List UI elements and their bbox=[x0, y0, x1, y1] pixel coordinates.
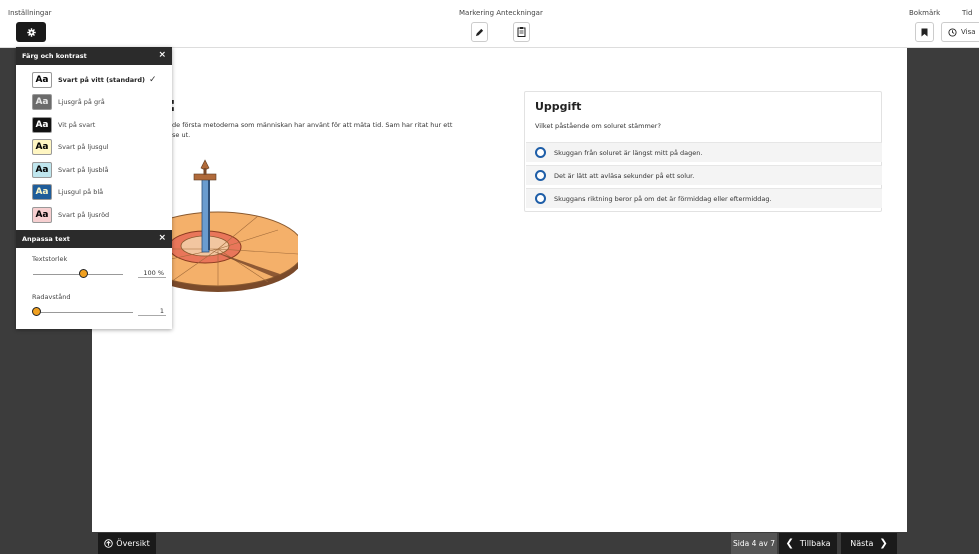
intro-line-2: se ut. bbox=[172, 131, 191, 139]
intro-line-1: de första metoderna som människan har an… bbox=[172, 121, 453, 129]
color-contrast-header: Färg och kontrast × bbox=[16, 47, 172, 65]
color-scheme-option[interactable]: Aa Svart på ljusgul bbox=[32, 139, 109, 156]
color-scheme-label: Vit på svart bbox=[58, 120, 96, 129]
color-scheme-option[interactable]: Aa Vit på svart bbox=[32, 116, 95, 133]
close-icon[interactable]: × bbox=[158, 233, 166, 243]
color-scheme-preview: Aa bbox=[32, 184, 52, 200]
right-margin bbox=[907, 48, 979, 532]
sundial-illustration bbox=[158, 159, 298, 292]
highlight-button[interactable] bbox=[471, 22, 488, 42]
text-size-label: Textstorlek bbox=[32, 255, 68, 263]
overview-button[interactable]: Översikt bbox=[98, 533, 156, 554]
top-toolbar: Inställningar Markering Anteckningar Bok… bbox=[0, 0, 979, 48]
color-scheme-option[interactable]: Aa Svart på ljusblå bbox=[32, 161, 108, 178]
answer-option-2[interactable]: Det är lätt att avläsa sekunder på ett s… bbox=[526, 165, 882, 185]
overview-label: Översikt bbox=[116, 539, 150, 548]
line-spacing-slider-handle[interactable] bbox=[32, 307, 41, 316]
task-card: Uppgift Vilket påstående om soluret stäm… bbox=[524, 91, 882, 212]
next-button[interactable]: Nästa ❯ bbox=[841, 533, 897, 554]
checkmark-icon: ✓ bbox=[148, 74, 157, 85]
show-time-button[interactable]: Visa bbox=[941, 22, 979, 42]
color-scheme-label: Svart på vitt (standard) bbox=[58, 75, 145, 84]
color-scheme-preview: Aa bbox=[32, 71, 52, 88]
color-scheme-option[interactable]: Aa Svart på ljusröd bbox=[32, 206, 109, 223]
radio-button[interactable] bbox=[535, 170, 546, 181]
color-scheme-label: Svart på ljusgul bbox=[58, 143, 109, 151]
marking-notes-label: Markering Anteckningar bbox=[459, 9, 543, 17]
settings-button[interactable] bbox=[16, 22, 46, 42]
color-scheme-label: Ljusgrå på grå bbox=[58, 98, 105, 106]
color-scheme-label: Ljusgul på blå bbox=[58, 188, 104, 196]
back-label: Tillbaka bbox=[799, 539, 831, 548]
answer-option-1[interactable]: Skuggan från soluret är längst mitt på d… bbox=[526, 142, 882, 162]
settings-label: Inställningar bbox=[8, 9, 52, 17]
color-scheme-preview: Aa bbox=[32, 206, 52, 223]
bookmark-button[interactable] bbox=[915, 22, 934, 42]
color-scheme-preview: Aa bbox=[32, 94, 52, 110]
chevron-right-icon: ❯ bbox=[879, 538, 888, 549]
text-size-slider-handle[interactable] bbox=[79, 269, 88, 278]
option-text: Det är lätt att avläsa sekunder på ett s… bbox=[554, 171, 695, 180]
color-scheme-option[interactable]: Aa Svart på vitt (standard) ✓ bbox=[32, 71, 157, 88]
radio-button[interactable] bbox=[535, 147, 546, 158]
adjust-text-title: Anpassa text bbox=[22, 235, 70, 243]
notepad-icon bbox=[517, 27, 526, 37]
bookmark-label: Bokmärk bbox=[909, 9, 941, 17]
arrow-up-circle-icon bbox=[104, 539, 114, 548]
color-scheme-preview: Aa bbox=[32, 116, 52, 133]
color-scheme-preview: Aa bbox=[32, 161, 52, 178]
gear-icon bbox=[26, 27, 36, 37]
notes-button[interactable] bbox=[513, 22, 530, 42]
chevron-left-icon: ❮ bbox=[785, 538, 794, 549]
color-scheme-preview: Aa bbox=[32, 139, 52, 155]
adjust-text-header: Anpassa text × bbox=[16, 230, 172, 248]
show-time-label: Visa bbox=[961, 28, 976, 36]
bottom-navigation: Översikt Sida 4 av 7 ❮ Tillbaka Nästa ❯ bbox=[0, 532, 979, 554]
settings-panel: Färg och kontrast × Aa Svart på vitt (sta… bbox=[16, 47, 172, 329]
color-contrast-title: Färg och kontrast bbox=[22, 52, 87, 60]
color-scheme-option[interactable]: Aa Ljusgul på blå bbox=[32, 184, 103, 201]
pencil-icon bbox=[475, 28, 484, 36]
option-text: Skuggan från soluret är längst mitt på d… bbox=[554, 148, 703, 157]
back-button[interactable]: ❮ Tillbaka bbox=[779, 533, 837, 554]
close-icon[interactable]: × bbox=[158, 50, 166, 60]
color-scheme-label: Svart på ljusblå bbox=[58, 165, 109, 174]
next-label: Nästa bbox=[850, 539, 874, 548]
bookmark-icon bbox=[921, 28, 928, 36]
radio-button[interactable] bbox=[535, 193, 546, 204]
time-label: Tid bbox=[962, 9, 973, 17]
text-size-value: 100 % bbox=[138, 269, 166, 278]
task-question: Vilket påstående om soluret stämmer? bbox=[535, 122, 661, 130]
answer-option-3[interactable]: Skuggans riktning beror på om det är för… bbox=[526, 188, 882, 208]
line-spacing-label: Radavstånd bbox=[32, 293, 71, 301]
color-scheme-label: Svart på ljusröd bbox=[58, 210, 110, 219]
option-text: Skuggans riktning beror på om det är för… bbox=[554, 194, 772, 203]
page-indicator: Sida 4 av 7 bbox=[731, 533, 777, 554]
clock-icon bbox=[948, 27, 957, 37]
line-spacing-value: 1 bbox=[138, 307, 166, 316]
text-size-slider-track[interactable] bbox=[33, 274, 123, 275]
line-spacing-slider-track[interactable] bbox=[33, 312, 133, 313]
color-scheme-option[interactable]: Aa Ljusgrå på grå bbox=[32, 94, 105, 111]
intro-text: de första metoderna som människan har an… bbox=[172, 120, 472, 140]
task-title: Uppgift bbox=[535, 100, 582, 113]
